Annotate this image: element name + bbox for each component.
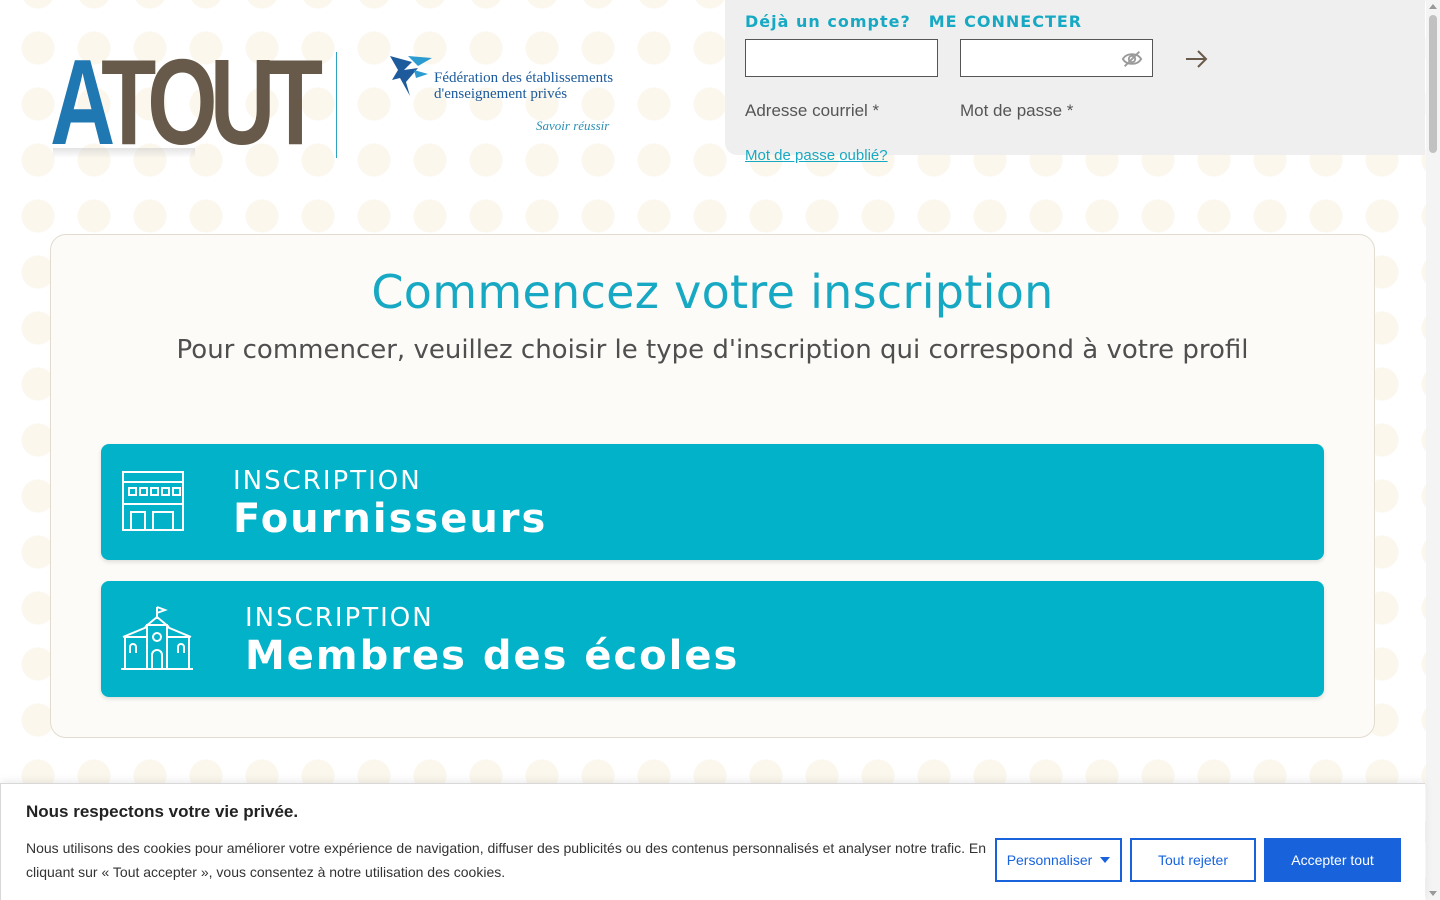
login-connect-label: ME CONNECTER <box>928 12 1083 31</box>
login-prompt: Déjà un compte? <box>745 12 911 31</box>
password-label: Mot de passe * <box>960 101 1074 120</box>
reject-all-button[interactable]: Tout rejeter <box>1130 838 1256 882</box>
register-schools-kicker: INSCRIPTION <box>245 603 434 633</box>
building-icon <box>122 471 184 531</box>
atout-logo-a: A <box>50 34 109 170</box>
cookie-banner: Nous respectons votre vie privée. Nous u… <box>0 783 1425 900</box>
school-icon <box>121 606 193 670</box>
register-schools-label: Membres des écoles <box>245 633 740 679</box>
federation-name-line2: d'enseignement privés <box>434 86 568 102</box>
federation-logo: Fédération des établissements d'enseigne… <box>388 52 628 136</box>
customize-label: Personnaliser <box>1006 852 1093 868</box>
login-header: Déjà un compte? ME CONNECTER <box>745 12 1082 31</box>
federation-tagline: Savoir réussir <box>536 118 610 133</box>
registration-card: Commencez votre inscription Pour commenc… <box>50 234 1375 738</box>
customize-button[interactable]: Personnaliser <box>995 838 1122 882</box>
register-suppliers-kicker: INSCRIPTION <box>233 466 422 496</box>
register-suppliers-button[interactable]: INSCRIPTION Fournisseurs <box>101 444 1324 560</box>
register-suppliers-label: Fournisseurs <box>233 496 548 542</box>
page-title: Commencez votre inscription <box>371 265 1054 319</box>
atout-logo-rest: TOUT <box>101 34 323 170</box>
scroll-thumb[interactable] <box>1429 15 1437 153</box>
email-label: Adresse courriel * <box>745 101 880 120</box>
federation-name-line1: Fédération des établissements <box>434 70 614 86</box>
login-panel: Déjà un compte? ME CONNECTER Adresse cour… <box>725 0 1425 155</box>
register-school-members-button[interactable]: INSCRIPTION Membres des écoles <box>101 581 1324 697</box>
forgot-password-link[interactable]: Mot de passe oublié? <box>745 147 888 164</box>
page-subtitle: Pour commencer, veuillez choisir le type… <box>176 335 1249 365</box>
logo-divider <box>336 52 337 158</box>
email-input[interactable] <box>745 39 938 77</box>
federation-bird-icon <box>390 56 432 96</box>
accept-all-button[interactable]: Accepter tout <box>1264 838 1401 882</box>
page-scrollbar[interactable] <box>1426 0 1440 900</box>
scroll-down-icon[interactable] <box>1429 891 1437 896</box>
eye-off-icon[interactable] <box>1121 48 1143 70</box>
atout-logo: ATOUT <box>50 41 323 163</box>
arrow-right-icon[interactable] <box>1184 47 1210 71</box>
cookie-text: Nous utilisons des cookies pour améliore… <box>26 840 987 880</box>
cookie-title: Nous respectons votre vie privée. <box>26 802 299 821</box>
chevron-down-icon <box>1100 857 1111 863</box>
page: ATOUT Fédération des établissements d'en… <box>0 0 1440 900</box>
scroll-up-icon[interactable] <box>1429 4 1437 9</box>
